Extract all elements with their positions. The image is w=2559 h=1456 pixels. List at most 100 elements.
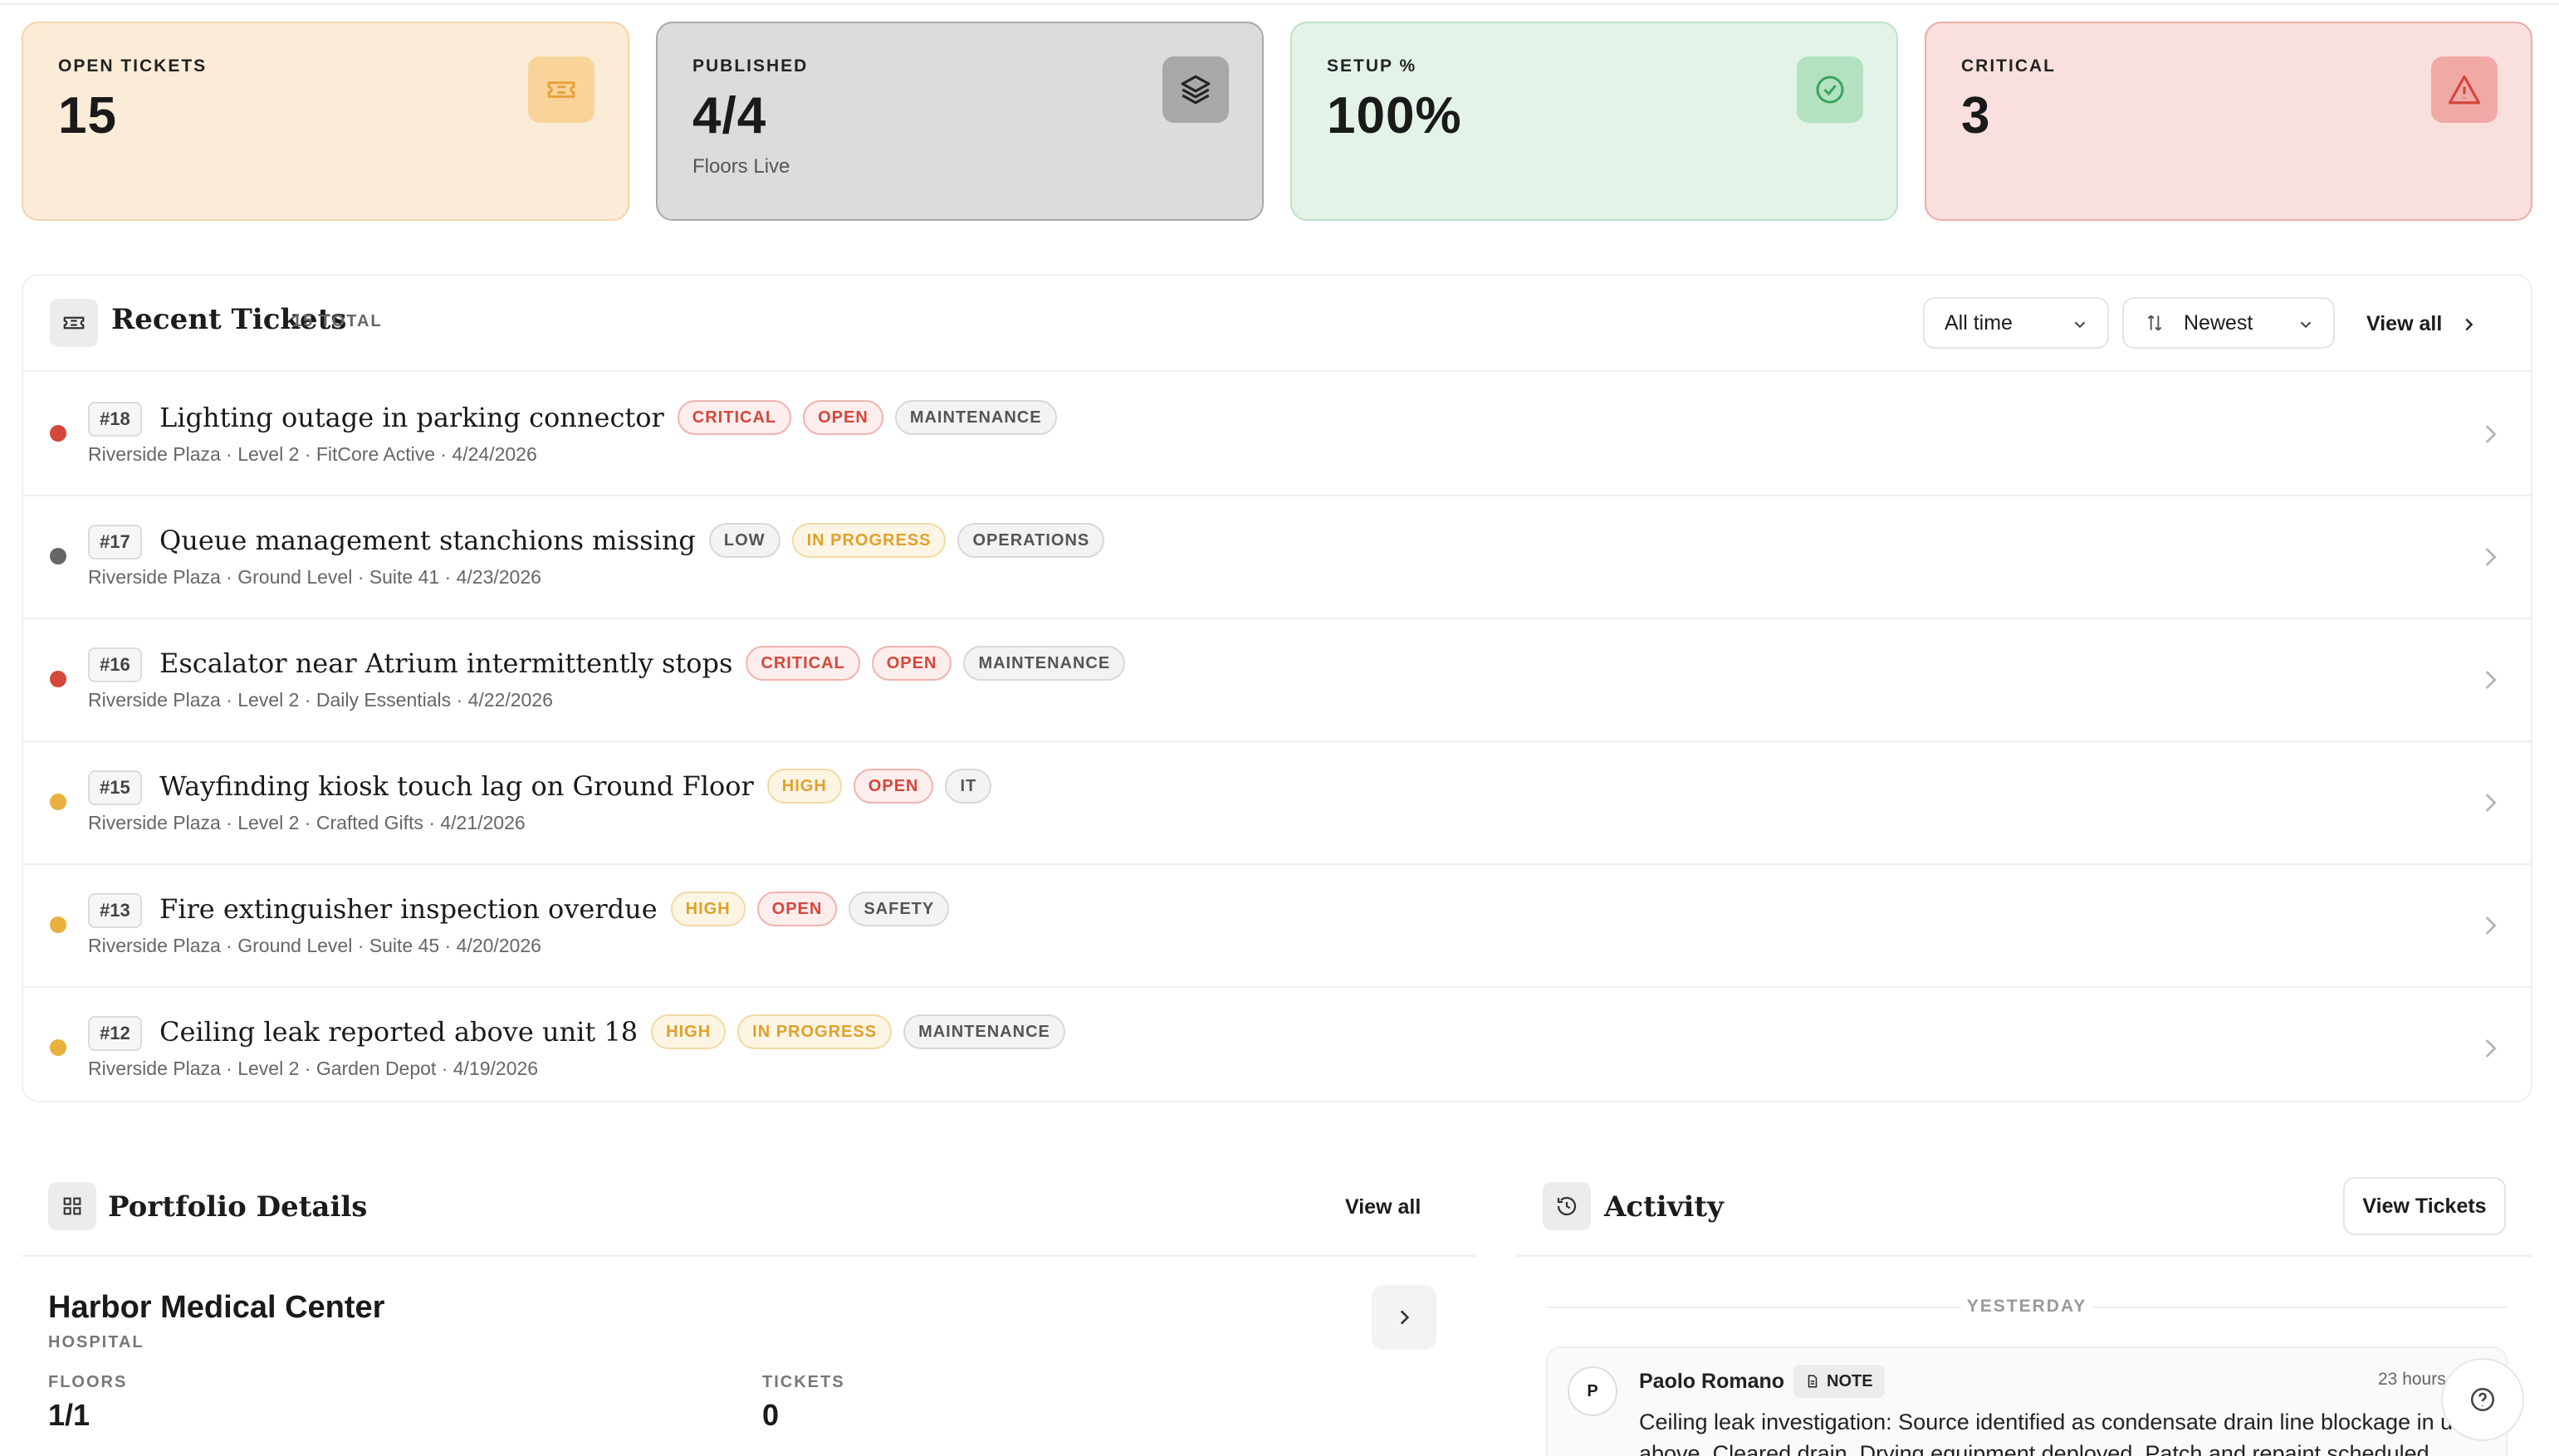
floors-label: FLOORS <box>48 1373 128 1391</box>
day-label: YESTERDAY <box>1966 1297 2087 1316</box>
warning-icon <box>2431 56 2498 123</box>
stat-subtext: Floors Live <box>692 155 790 178</box>
chevron-down-icon <box>2074 321 2086 329</box>
ticket-meta: Riverside Plaza · Level 2 · Daily Essent… <box>88 689 553 711</box>
status-badge: OPEN <box>853 769 934 804</box>
status-badge: IN PROGRESS <box>737 1014 893 1049</box>
ticket-meta: Riverside Plaza · Ground Level · Suite 4… <box>88 566 541 588</box>
ticket-icon <box>528 56 594 123</box>
recent-tickets-header: Recent Tickets 15 TOTAL All time Newest … <box>23 276 2531 372</box>
ticket-count: 15 TOTAL <box>292 312 383 330</box>
grid-icon <box>48 1182 96 1230</box>
chevron-right-icon <box>2465 319 2473 331</box>
note-tag-label: NOTE <box>1827 1371 1873 1390</box>
recent-tickets-panel: Recent Tickets 15 TOTAL All time Newest … <box>22 274 2532 1102</box>
stat-label: SETUP % <box>1327 56 1417 76</box>
status-badge: HIGH <box>766 769 842 804</box>
view-all-label: View all <box>2366 312 2443 335</box>
priority-dot <box>50 671 66 687</box>
stat-card-open-tickets: OPEN TICKETS 15 <box>22 22 629 221</box>
stat-label: CRITICAL <box>1961 56 2056 76</box>
status-badge: CRITICAL <box>677 400 792 435</box>
ticket-id: #15 <box>88 770 142 805</box>
ticket-row[interactable]: #16 Escalator near Atrium intermittently … <box>23 619 2531 742</box>
question-icon <box>2470 1387 2495 1412</box>
priority-dot <box>50 548 66 564</box>
ticket-title-row: Wayfinding kiosk touch lag on Ground Flo… <box>159 769 992 804</box>
ticket-row[interactable]: #13 Fire extinguisher inspection overdue H… <box>23 865 2531 988</box>
ticket-title-row: Ceiling leak reported above unit 18 HIGH I… <box>159 1014 1065 1049</box>
check-circle-icon <box>1797 56 1863 123</box>
status-badge: OPEN <box>803 400 883 435</box>
activity-user: Paolo Romano <box>1639 1370 1785 1393</box>
layers-icon <box>1162 56 1229 123</box>
ticket-id: #17 <box>88 525 142 559</box>
activity-time: 23 hours <box>2378 1370 2446 1389</box>
view-all-tickets-link[interactable]: View all <box>2366 312 2478 336</box>
priority-dot <box>50 1039 66 1056</box>
ticket-title-row: Queue management stanchions missing LOW IN… <box>159 523 1105 558</box>
day-separator-line <box>1546 1307 1961 1308</box>
sort-dropdown[interactable]: Newest <box>2122 297 2335 349</box>
property-name: Harbor Medical Center <box>48 1290 385 1325</box>
sort-icon <box>2147 315 2162 331</box>
note-tag: NOTE <box>1793 1365 1885 1398</box>
stats-row: OPEN TICKETS 15 PUBLISHED 4/4 Floors Liv… <box>22 22 2532 221</box>
ticket-title: Ceiling leak reported above unit 18 <box>159 1016 639 1048</box>
tickets-value: 0 <box>762 1398 780 1432</box>
priority-dot <box>50 425 66 442</box>
help-button[interactable] <box>2441 1358 2524 1441</box>
portfolio-divider <box>22 1255 1476 1257</box>
status-badge: MAINTENANCE <box>894 400 1057 435</box>
ticket-title: Wayfinding kiosk touch lag on Ground Flo… <box>159 770 754 802</box>
stat-value: 15 <box>58 87 117 144</box>
ticket-row[interactable]: #17 Queue management stanchions missing LO… <box>23 496 2531 619</box>
stat-label: PUBLISHED <box>692 56 809 76</box>
status-badge: OPEN <box>871 646 952 681</box>
status-badge: MAINTENANCE <box>903 1014 1065 1049</box>
tickets-label: TICKETS <box>762 1373 845 1391</box>
time-filter-value: All time <box>1945 310 2013 335</box>
ticket-title: Queue management stanchions missing <box>159 525 696 556</box>
status-badge: SAFETY <box>849 892 950 926</box>
chevron-right-icon <box>2485 671 2497 689</box>
ticket-id: #18 <box>88 402 142 437</box>
chevron-right-icon <box>2485 425 2497 443</box>
day-separator-line <box>2092 1307 2508 1308</box>
ticket-title: Lighting outage in parking connector <box>159 402 664 433</box>
chevron-right-icon <box>2485 916 2497 935</box>
floors-value: 1/1 <box>48 1398 91 1432</box>
chevron-right-icon <box>2485 794 2497 812</box>
chevron-right-icon <box>1400 1310 1410 1325</box>
time-filter-dropdown[interactable]: All time <box>1923 297 2109 349</box>
portfolio-view-all-link[interactable]: View all <box>1345 1195 1421 1219</box>
ticket-id: #16 <box>88 647 142 682</box>
ticket-row[interactable]: #18 Lighting outage in parking connector C… <box>23 374 2531 496</box>
stat-card-setup: SETUP % 100% <box>1290 22 1898 221</box>
ticket-id: #13 <box>88 893 142 928</box>
status-badge: IT <box>945 769 992 804</box>
ticket-row[interactable]: #15 Wayfinding kiosk touch lag on Ground … <box>23 742 2531 865</box>
stat-value: 100% <box>1327 87 1462 144</box>
activity-text: Ceiling leak investigation: Source ident… <box>1639 1410 2477 1456</box>
portfolio-title: Portfolio Details <box>108 1190 368 1224</box>
chevron-down-icon <box>2300 321 2312 329</box>
status-badge: MAINTENANCE <box>963 646 1126 681</box>
chevron-right-icon <box>2485 548 2497 566</box>
property-type: HOSPITAL <box>48 1333 144 1351</box>
view-tickets-button[interactable]: View Tickets <box>2343 1177 2506 1235</box>
ticket-title-row: Lighting outage in parking connector CRIT… <box>159 400 1057 435</box>
activity-entry[interactable]: P Paolo Romano NOTE 23 hours Ceiling lea… <box>1546 1346 2508 1456</box>
priority-dot <box>50 916 66 933</box>
status-badge: IN PROGRESS <box>791 523 947 558</box>
chevron-right-icon <box>2485 1039 2497 1058</box>
activity-title: Activity <box>1604 1190 1724 1224</box>
status-badge: LOW <box>708 523 780 558</box>
property-open-button[interactable] <box>1372 1285 1436 1350</box>
document-icon <box>1808 1375 1818 1388</box>
ticket-icon <box>50 299 98 347</box>
ticket-title-row: Fire extinguisher inspection overdue HIGH… <box>159 892 950 926</box>
ticket-row[interactable]: #12 Ceiling leak reported above unit 18 HI… <box>23 988 2531 1111</box>
stat-card-critical: CRITICAL 3 <box>1925 22 2532 221</box>
ticket-title-row: Escalator near Atrium intermittently sto… <box>159 646 1126 681</box>
